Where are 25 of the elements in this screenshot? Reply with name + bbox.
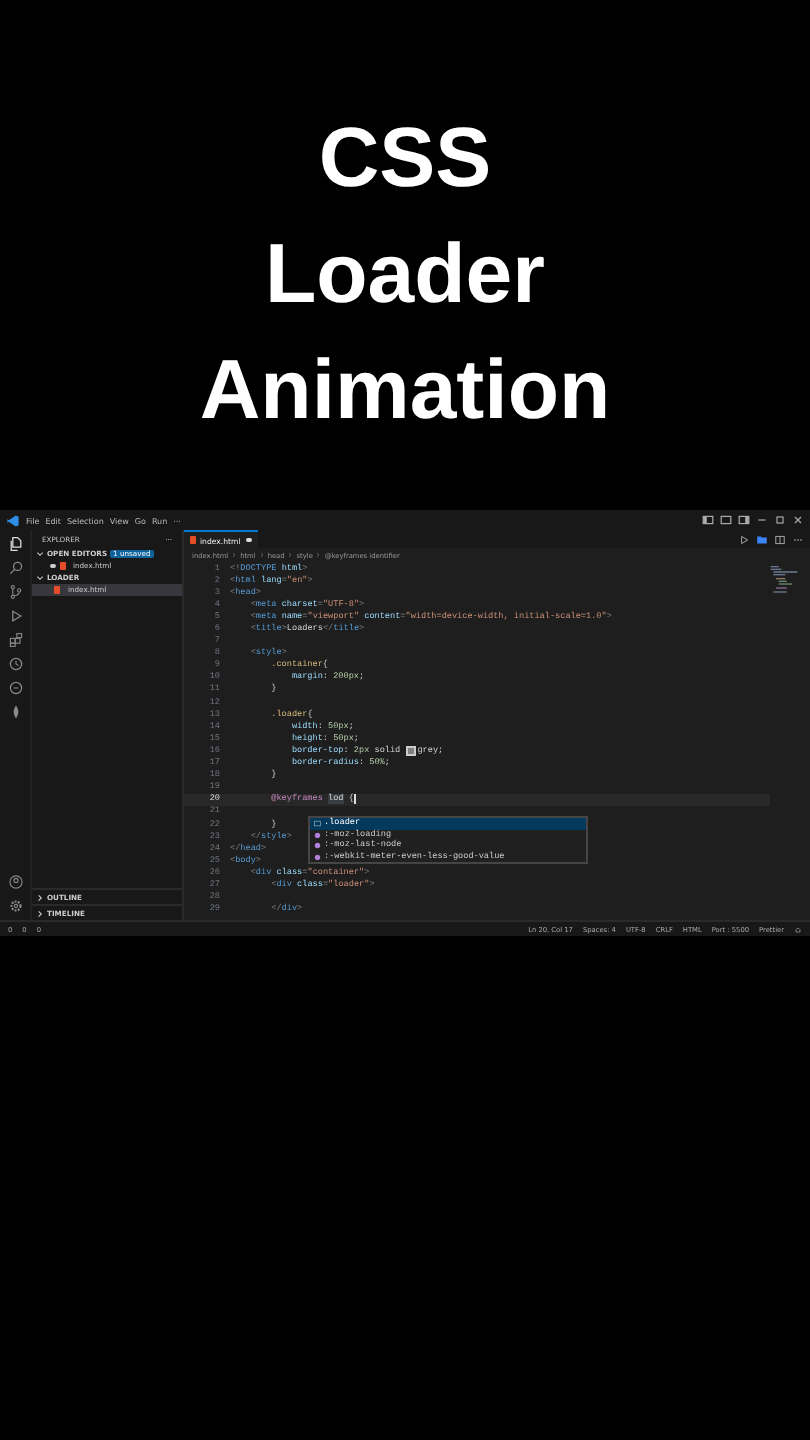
unsaved-dot-icon: [50, 563, 55, 569]
search-icon[interactable]: [7, 560, 23, 576]
chevron-right-icon[interactable]: [36, 893, 44, 901]
video-title: CSS: [318, 108, 492, 208]
source-control-icon[interactable]: [7, 584, 23, 600]
video-title: Loader: [264, 224, 546, 324]
files-icon[interactable]: [7, 536, 23, 552]
settings-icon[interactable]: [7, 898, 23, 914]
chevron-down-icon[interactable]: [36, 550, 44, 558]
run-debug-icon[interactable]: [7, 608, 23, 624]
timer-icon[interactable]: [7, 656, 23, 672]
close-icon[interactable]: [792, 514, 804, 526]
run-icon[interactable]: [738, 533, 750, 545]
editor-logo-icon: [6, 513, 20, 527]
restore-icon[interactable]: [774, 514, 786, 526]
video-title: Animation: [199, 340, 611, 440]
class-icon: [314, 820, 321, 827]
html-file-icon: [54, 586, 60, 594]
chevron-down-icon[interactable]: [36, 574, 44, 582]
extensions-icon[interactable]: [7, 632, 23, 648]
chevron-right-icon[interactable]: [36, 909, 44, 917]
minimize-icon[interactable]: [756, 514, 768, 526]
html-file-icon: [59, 562, 65, 570]
split-editor-icon[interactable]: [774, 533, 786, 545]
account-icon[interactable]: [7, 874, 23, 890]
